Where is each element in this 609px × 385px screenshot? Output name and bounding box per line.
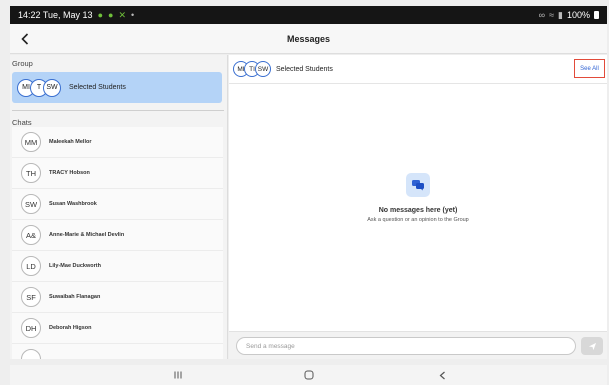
- chats-section-label: Chats: [12, 118, 32, 127]
- conversation-title: Selected Students: [276, 65, 333, 73]
- android-icon: ●: [97, 10, 103, 20]
- avatar: SW: [255, 61, 271, 77]
- page-title: Messages: [286, 33, 331, 44]
- app-frame: 14:22 Tue, May 13 ● ● ✕ • ∞ ≈ ▮ 100% Mes…: [0, 0, 609, 385]
- dot-icon: •: [130, 10, 135, 20]
- app-header: Messages: [10, 24, 607, 54]
- avatar: [21, 349, 41, 359]
- chat-name: Deborah Higson: [49, 325, 92, 331]
- avatar: LD: [21, 256, 41, 276]
- group-item-selected-students[interactable]: MI T SW Selected Students: [12, 72, 222, 103]
- message-composer: [229, 331, 607, 359]
- link-icon: ∞: [538, 10, 546, 20]
- chat-item[interactable]: MM Maleekah Mellor: [12, 127, 223, 158]
- recent-apps-icon: [174, 371, 182, 379]
- chat-item[interactable]: SF Suwaibah Flanagan: [12, 282, 223, 313]
- chat-bubbles-icon: [406, 173, 430, 197]
- signal-icon: ▮: [558, 9, 563, 20]
- chat-sidebar: Group MI T SW Selected Students Chats MM…: [10, 55, 233, 359]
- avatar: DH: [21, 318, 41, 338]
- chat-name: Suwaibah Flanagan: [49, 294, 101, 300]
- chat-item[interactable]: DH Deborah Higson: [12, 313, 223, 344]
- avatar: MM: [21, 132, 41, 152]
- group-avatars: MI T SW: [17, 78, 61, 97]
- battery-icon: [594, 11, 599, 19]
- divider: [12, 110, 224, 111]
- avatar: SW: [21, 194, 41, 214]
- chat-name: Susan Washbrook: [49, 201, 97, 207]
- empty-state-subtitle: Ask a question or an opinion to the Grou…: [367, 217, 469, 223]
- send-icon: [588, 342, 596, 350]
- see-all-button[interactable]: See All: [574, 59, 605, 78]
- chat-list[interactable]: MM Maleekah Mellor TH TRACY Hobson SW Su…: [12, 127, 223, 359]
- group-avatars: MI TI SW: [233, 61, 271, 77]
- status-time: 14:22 Tue, May 13: [18, 10, 93, 20]
- tools-icon: ✕: [118, 9, 126, 20]
- status-bar: 14:22 Tue, May 13 ● ● ✕ • ∞ ≈ ▮ 100%: [10, 6, 607, 24]
- home-button[interactable]: [297, 367, 321, 383]
- group-name: Selected Students: [69, 84, 126, 91]
- group-section-label: Group: [12, 59, 33, 68]
- chat-name: Anne-Marie & Michael Devlin: [49, 232, 125, 238]
- system-nav-bar: [10, 365, 607, 385]
- chat-name: Lily-Mae Duckworth: [49, 263, 101, 269]
- chat-item[interactable]: [12, 344, 223, 359]
- chat-item[interactable]: A& Anne-Marie & Michael Devlin: [12, 220, 223, 251]
- conversation-header: MI TI SW Selected Students See All: [229, 55, 607, 84]
- chat-item[interactable]: SW Susan Washbrook: [12, 189, 223, 220]
- empty-state-title: No messages here (yet): [378, 207, 458, 214]
- nav-back-button[interactable]: [430, 367, 454, 383]
- battery-percentage: 100%: [566, 10, 590, 20]
- home-icon: [304, 370, 314, 380]
- chat-name: TRACY Hobson: [49, 170, 90, 176]
- message-input[interactable]: [236, 337, 576, 355]
- android-icon: ●: [108, 10, 114, 20]
- back-icon: [439, 371, 445, 379]
- avatar: SF: [21, 287, 41, 307]
- avatar: TH: [21, 163, 41, 183]
- chat-item[interactable]: TH TRACY Hobson: [12, 158, 223, 189]
- wifi-icon: ≈: [549, 10, 555, 20]
- empty-state: No messages here (yet) Ask a question or…: [229, 173, 607, 223]
- recent-apps-button[interactable]: [166, 367, 190, 383]
- chat-item[interactable]: LD Lily-Mae Duckworth: [12, 251, 223, 282]
- back-button[interactable]: [16, 29, 34, 49]
- avatar: SW: [43, 78, 61, 97]
- avatar: A&: [21, 225, 41, 245]
- chevron-left-icon: [21, 33, 29, 45]
- chat-name: Maleekah Mellor: [49, 139, 92, 145]
- send-button[interactable]: [581, 337, 603, 355]
- conversation-panel: MI TI SW Selected Students See All No me…: [229, 55, 607, 359]
